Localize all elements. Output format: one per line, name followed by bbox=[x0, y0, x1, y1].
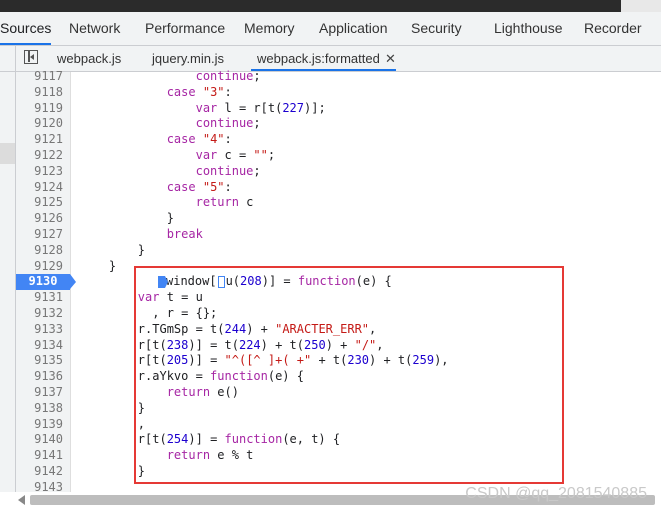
line-number[interactable]: 9133 bbox=[16, 322, 63, 338]
code-line[interactable]: 9122 var c = ""; bbox=[16, 148, 661, 164]
line-number[interactable]: 9123 bbox=[16, 164, 63, 180]
tab-application[interactable]: Application bbox=[319, 12, 388, 45]
line-number[interactable]: 9130 bbox=[16, 274, 76, 291]
code-text: return c bbox=[195, 195, 254, 210]
watermark: CSDN @qq_2081540885 bbox=[465, 485, 647, 502]
tab-memory[interactable]: Memory bbox=[244, 12, 295, 45]
window-top-strip bbox=[0, 0, 661, 12]
line-number[interactable]: 9126 bbox=[16, 211, 63, 227]
close-tab-icon[interactable]: ✕ bbox=[385, 46, 396, 71]
navigator-edge bbox=[0, 46, 16, 71]
file-tab-jquery[interactable]: jquery.min.js bbox=[152, 46, 224, 71]
code-line[interactable]: 9128 } bbox=[16, 243, 661, 259]
line-number[interactable]: 9124 bbox=[16, 180, 63, 196]
line-number[interactable]: 9134 bbox=[16, 338, 63, 354]
tab-network[interactable]: Network bbox=[69, 12, 120, 45]
line-number[interactable]: 9141 bbox=[16, 448, 63, 464]
line-number[interactable]: 9120 bbox=[16, 116, 63, 132]
code-line[interactable]: 9119 var l = r[t(227)]; bbox=[16, 101, 661, 117]
line-number[interactable]: 9118 bbox=[16, 85, 63, 101]
tab-security[interactable]: Security bbox=[411, 12, 462, 45]
line-number[interactable]: 9121 bbox=[16, 132, 63, 148]
line-number[interactable]: 9143 bbox=[16, 480, 63, 492]
code-text: } bbox=[80, 211, 174, 226]
line-number[interactable]: 9125 bbox=[16, 195, 63, 211]
line-number[interactable]: 9128 bbox=[16, 243, 63, 259]
scroll-left-icon[interactable] bbox=[18, 495, 25, 505]
tab-lighthouse[interactable]: Lighthouse bbox=[494, 12, 563, 45]
code-text: continue; bbox=[195, 163, 261, 178]
code-line[interactable]: 9125 return c bbox=[16, 195, 661, 211]
code-text: case "4": bbox=[166, 132, 232, 147]
line-number[interactable]: 9117 bbox=[16, 69, 63, 85]
navigator-collapsed-column bbox=[0, 72, 16, 492]
line-number[interactable]: 9122 bbox=[16, 148, 63, 164]
code-text: continue; bbox=[195, 69, 261, 83]
code-line[interactable]: 9120 continue; bbox=[16, 116, 661, 132]
code-line[interactable]: 9124 case "5": bbox=[16, 180, 661, 196]
line-number[interactable]: 9140 bbox=[16, 432, 63, 448]
code-text: case "5": bbox=[166, 179, 232, 194]
code-line[interactable]: 9118 case "3": bbox=[16, 85, 661, 101]
code-text: var l = r[t(227)]; bbox=[195, 100, 326, 115]
line-number[interactable]: 9139 bbox=[16, 417, 63, 433]
toggle-navigator-icon[interactable] bbox=[24, 50, 38, 64]
line-number[interactable]: 9119 bbox=[16, 101, 63, 117]
line-number[interactable]: 9127 bbox=[16, 227, 63, 243]
line-number[interactable]: 9129 bbox=[16, 259, 63, 275]
tab-performance[interactable]: Performance bbox=[145, 12, 225, 45]
line-number[interactable]: 9137 bbox=[16, 385, 63, 401]
code-line[interactable]: 9121 case "4": bbox=[16, 132, 661, 148]
file-tab-label: webpack.js:formatted bbox=[257, 51, 380, 66]
code-text: case "3": bbox=[166, 84, 232, 99]
code-line[interactable]: 9127 break bbox=[16, 227, 661, 243]
line-number[interactable]: 9142 bbox=[16, 464, 63, 480]
code-line[interactable]: 9117 continue; bbox=[16, 69, 661, 85]
line-number[interactable]: 9135 bbox=[16, 353, 63, 369]
code-text: continue; bbox=[195, 116, 261, 131]
file-tab-webpack-formatted[interactable]: webpack.js:formatted ✕ bbox=[251, 46, 396, 71]
line-number[interactable]: 9138 bbox=[16, 401, 63, 417]
code-line[interactable]: 9123 continue; bbox=[16, 164, 661, 180]
code-text: } bbox=[80, 258, 117, 273]
line-number[interactable]: 9132 bbox=[16, 306, 63, 322]
tab-recorder[interactable]: Recorder bbox=[584, 12, 642, 45]
highlight-box bbox=[134, 266, 564, 484]
line-number[interactable]: 9136 bbox=[16, 369, 63, 385]
tab-sources[interactable]: Sources bbox=[0, 12, 52, 45]
code-text: } bbox=[80, 242, 146, 257]
code-text: break bbox=[166, 226, 203, 241]
code-text: var c = ""; bbox=[195, 147, 276, 162]
file-tab-webpack[interactable]: webpack.js bbox=[57, 46, 121, 71]
devtools-panel-tabs: Sources Network Performance Memory Appli… bbox=[0, 12, 661, 46]
line-number[interactable]: 9131 bbox=[16, 290, 63, 306]
code-line[interactable]: 9126 } bbox=[16, 211, 661, 227]
